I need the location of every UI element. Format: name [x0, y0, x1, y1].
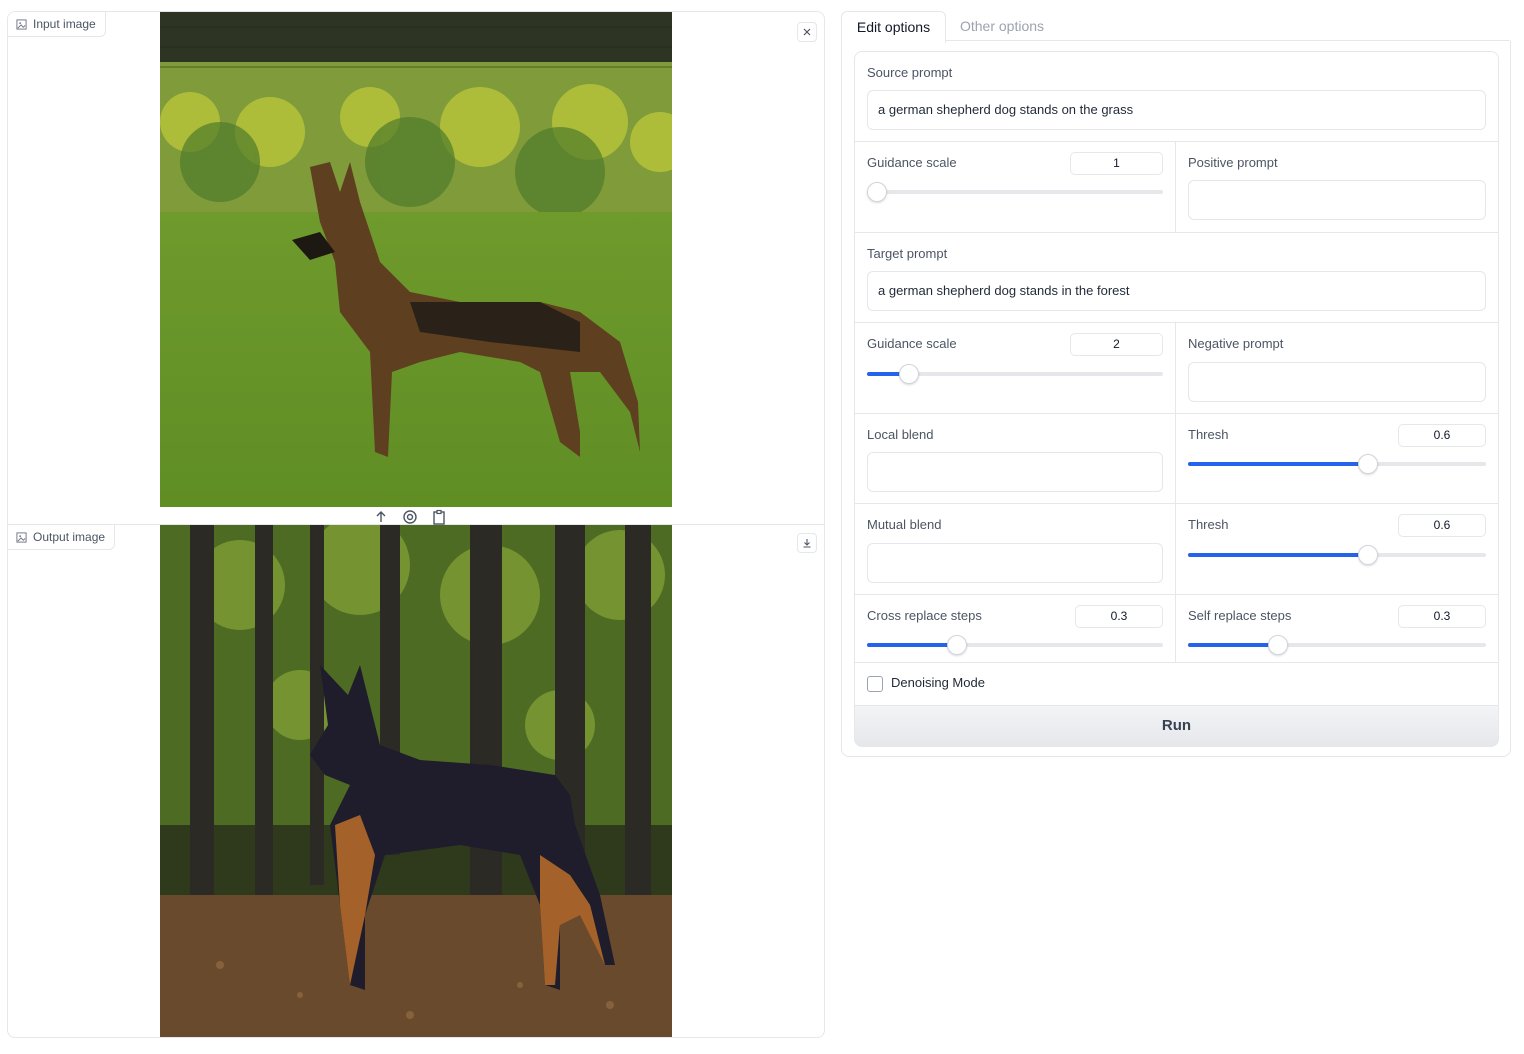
denoising-mode-label[interactable]: Denoising Mode [891, 675, 985, 690]
target-guidance-label: Guidance scale [867, 336, 957, 351]
positive-prompt-label: Positive prompt [1188, 155, 1278, 170]
negative-prompt-block: Negative prompt [1176, 323, 1498, 413]
options-tabs: Edit options Other options [841, 11, 1510, 43]
cross-replace-label: Cross replace steps [867, 608, 982, 623]
slider-thumb[interactable] [899, 364, 919, 384]
mutual-blend-label: Mutual blend [867, 517, 942, 532]
input-image-label: Input image [8, 12, 106, 37]
cross-replace-number[interactable]: 0.3 [1075, 605, 1163, 628]
negative-prompt-input[interactable] [1188, 362, 1486, 402]
tab-other-options[interactable]: Other options [951, 11, 1053, 41]
source-guidance-block: Guidance scale 1 [855, 142, 1175, 232]
source-prompt-block: Source prompt a german shepherd dog stan… [855, 52, 1498, 141]
download-button[interactable] [797, 533, 817, 553]
output-image-label: Output image [8, 525, 116, 550]
image-source-toolbar [373, 509, 447, 525]
mutual-thresh-label: Thresh [1188, 517, 1229, 532]
output-image [160, 525, 672, 1037]
slider-thumb[interactable] [1358, 454, 1378, 474]
slider-thumb[interactable] [1358, 545, 1378, 565]
denoising-mode-checkbox[interactable] [867, 676, 883, 692]
cross-replace-slider[interactable] [867, 635, 1163, 655]
edit-options-form: Source prompt a german shepherd dog stan… [854, 51, 1499, 747]
source-prompt-input[interactable]: a german shepherd dog stands on the gras… [867, 90, 1486, 130]
input-image [160, 12, 672, 507]
image-icon [16, 18, 27, 30]
mutual-blend-block: Mutual blend [855, 504, 1175, 594]
negative-prompt-label: Negative prompt [1188, 336, 1284, 351]
output-image-panel: Output image [7, 524, 825, 1038]
slider-thumb[interactable] [867, 182, 887, 202]
local-thresh-slider[interactable] [1188, 454, 1486, 474]
slider-thumb[interactable] [1268, 635, 1288, 655]
source-prompt-label: Source prompt [867, 65, 953, 80]
target-prompt-label: Target prompt [867, 246, 948, 261]
target-guidance-block: Guidance scale 2 [855, 323, 1175, 413]
target-guidance-slider[interactable] [867, 364, 1163, 384]
local-thresh-label: Thresh [1188, 427, 1229, 442]
self-replace-block: Self replace steps 0.3 [1176, 595, 1498, 662]
tab-edit-options[interactable]: Edit options [841, 11, 946, 43]
slider-thumb[interactable] [947, 635, 967, 655]
self-replace-slider[interactable] [1188, 635, 1486, 655]
source-guidance-slider[interactable] [867, 182, 1163, 202]
target-prompt-input[interactable]: a german shepherd dog stands in the fore… [867, 271, 1486, 311]
clear-image-button[interactable] [797, 22, 817, 42]
mutual-thresh-slider[interactable] [1188, 545, 1486, 565]
clipboard-icon[interactable] [431, 509, 447, 525]
self-replace-label: Self replace steps [1188, 608, 1292, 623]
image-icon [16, 531, 27, 543]
self-replace-number[interactable]: 0.3 [1398, 605, 1486, 628]
run-button[interactable]: Run [855, 706, 1498, 746]
upload-icon[interactable] [373, 509, 389, 525]
input-image-panel[interactable]: Input image [7, 11, 825, 525]
output-image-label-text: Output image [33, 530, 106, 544]
source-guidance-label: Guidance scale [867, 155, 957, 170]
local-blend-label: Local blend [867, 427, 934, 442]
source-guidance-number[interactable]: 1 [1070, 152, 1163, 175]
local-thresh-block: Thresh 0.6 [1176, 414, 1498, 503]
local-blend-input[interactable] [867, 452, 1163, 492]
mutual-thresh-number[interactable]: 0.6 [1398, 514, 1486, 537]
denoising-mode-row: Denoising Mode [855, 663, 1498, 705]
positive-prompt-input[interactable] [1188, 180, 1486, 220]
target-prompt-block: Target prompt a german shepherd dog stan… [855, 233, 1498, 322]
close-icon [803, 28, 811, 36]
download-icon [803, 539, 811, 548]
webcam-icon[interactable] [402, 509, 418, 525]
input-image-label-text: Input image [33, 17, 96, 31]
cross-replace-block: Cross replace steps 0.3 [855, 595, 1175, 662]
mutual-blend-input[interactable] [867, 543, 1163, 583]
mutual-thresh-block: Thresh 0.6 [1176, 504, 1498, 594]
positive-prompt-block: Positive prompt [1176, 142, 1498, 232]
target-guidance-number[interactable]: 2 [1070, 333, 1163, 356]
local-thresh-number[interactable]: 0.6 [1398, 424, 1486, 447]
local-blend-block: Local blend [855, 414, 1175, 503]
